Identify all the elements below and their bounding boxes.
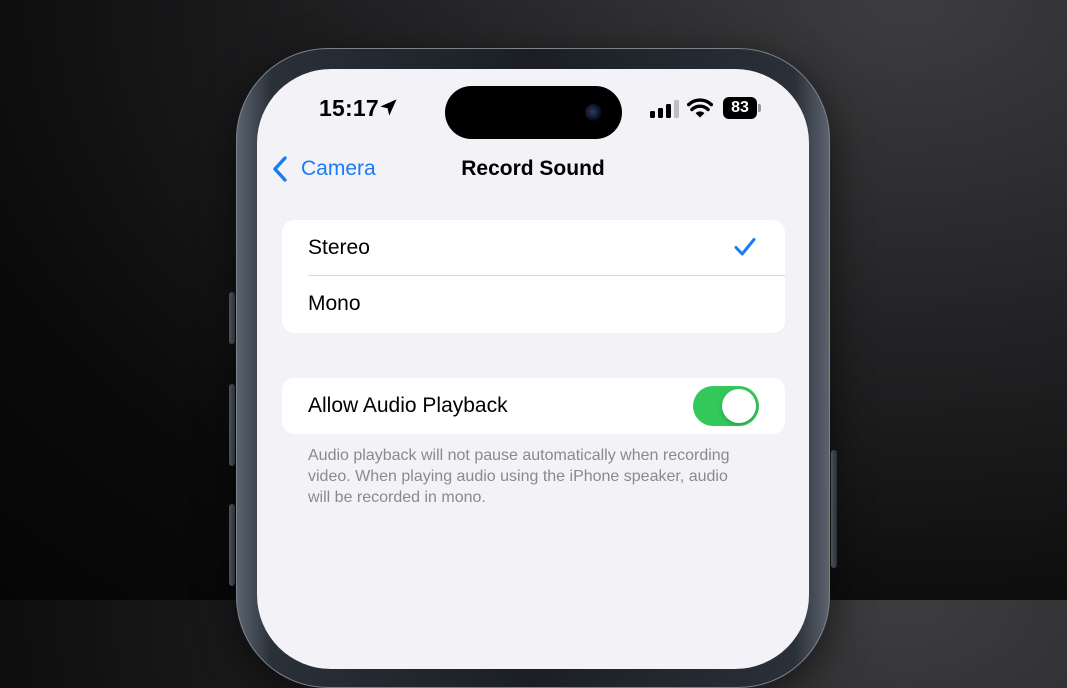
allow-audio-playback-row: Allow Audio Playback (282, 378, 785, 434)
option-stereo[interactable]: Stereo (282, 220, 785, 276)
audio-playback-group: Allow Audio Playback (282, 378, 785, 434)
checkmark-icon (734, 238, 756, 256)
volume-down-button (229, 504, 235, 586)
back-label: Camera (301, 157, 376, 180)
battery-icon: 83 (723, 97, 763, 119)
front-camera (585, 104, 602, 121)
battery-cap (758, 104, 761, 112)
option-mono[interactable]: Mono (282, 276, 785, 332)
battery-level: 83 (723, 97, 757, 119)
phone-screen: 15:17 83 Record Sound Camera Stereo Mono… (257, 69, 809, 669)
audio-playback-footnote: Audio playback will not pause automatica… (308, 447, 730, 506)
side-button (831, 450, 837, 568)
chevron-left-icon (273, 156, 287, 182)
status-bar: 15:17 83 (257, 69, 809, 149)
sound-options-group: Stereo Mono (282, 220, 785, 333)
allow-audio-playback-label: Allow Audio Playback (308, 394, 508, 417)
volume-up-button (229, 384, 235, 466)
status-time: 15:17 (319, 95, 379, 121)
toggle-knob (722, 389, 756, 423)
navigation-bar: Record Sound Camera (257, 149, 809, 189)
allow-audio-playback-toggle[interactable] (693, 386, 759, 426)
option-label: Mono (308, 292, 361, 315)
action-button (229, 292, 235, 344)
wifi-icon (687, 98, 713, 118)
dynamic-island (445, 86, 622, 139)
cellular-signal-icon (650, 100, 679, 118)
location-arrow-icon (380, 99, 397, 116)
option-label: Stereo (308, 236, 370, 259)
